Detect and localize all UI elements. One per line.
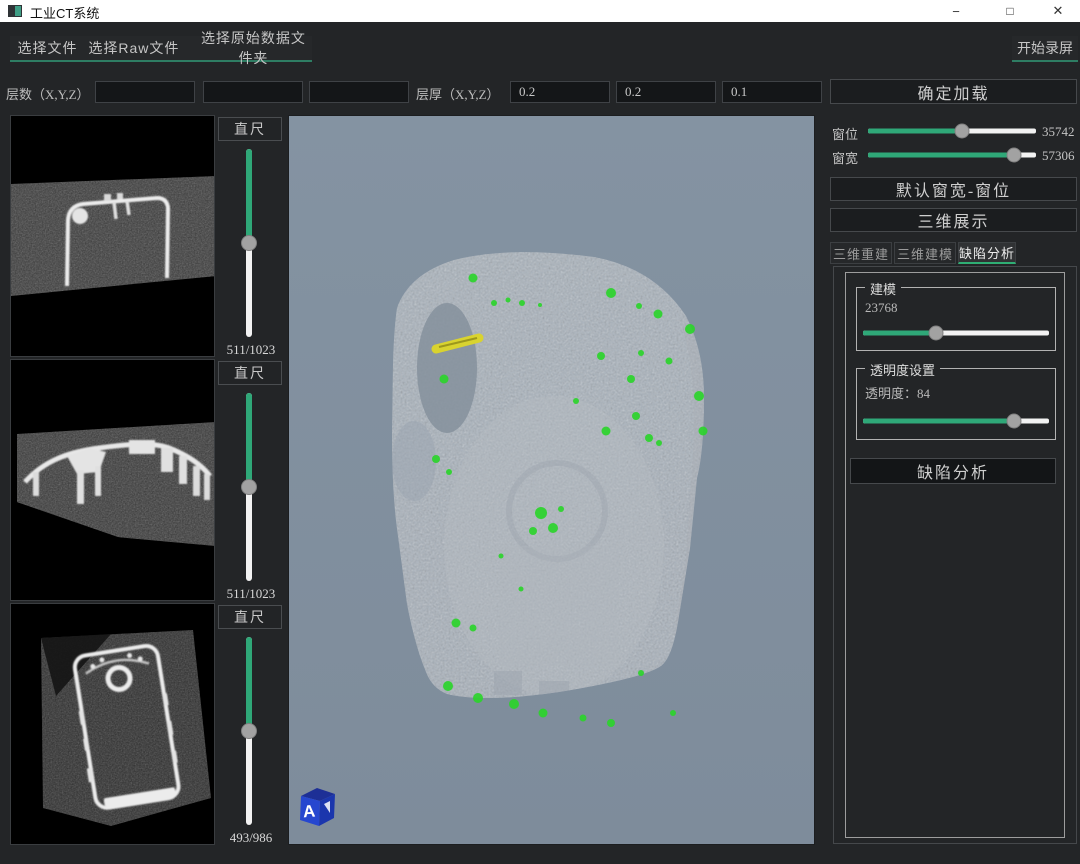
ruler-button-2[interactable]: 直尺 [218,361,282,385]
ruler-button-3[interactable]: 直尺 [218,605,282,629]
window-level-label: 窗位 [832,124,858,143]
layers-x-input[interactable] [95,81,195,103]
logo-letter: A [302,802,316,822]
slider-handle[interactable] [241,479,257,495]
slice-view-3-image[interactable] [10,603,215,845]
start-record-button[interactable]: 开始录屏 [1012,36,1078,62]
slider-fill [246,393,252,487]
file-toolbar: 选择文件 选择Raw文件 选择原始数据文件夹 [10,36,312,62]
tab-3d-modeling[interactable]: 三维建模 [894,242,956,264]
display-3d-button[interactable]: 三维展示 [830,208,1077,232]
3d-viewport[interactable]: A [288,115,815,845]
slice-position-3: 493/986 [216,830,286,846]
slider-handle[interactable] [241,723,257,739]
select-raw-file-button[interactable]: 选择Raw文件 [85,36,183,60]
slice-slider-3[interactable] [241,637,257,825]
slice-slider-2[interactable] [241,393,257,581]
titlebar: 工业CT系统 − □ ✕ [0,0,1080,22]
slider-fill [868,129,962,134]
slice-position-1: 511/1023 [216,342,286,358]
defect-analysis-button[interactable]: 缺陷分析 [850,458,1056,484]
window-level-value: 35742 [1042,124,1075,140]
slider-handle[interactable] [241,235,257,251]
select-raw-data-folder-button[interactable]: 选择原始数据文件夹 [195,36,312,60]
slider-fill [246,149,252,243]
slider-fill [246,637,252,731]
slider-fill [863,331,936,336]
thickness-y-input[interactable] [616,81,716,103]
slice-slider-1[interactable] [241,149,257,337]
slider-fill [868,153,1014,158]
default-ww-wl-button[interactable]: 默认窗宽-窗位 [830,177,1077,201]
layers-z-input[interactable] [309,81,409,103]
slice-position-2: 511/1023 [216,586,286,602]
modeling-value: 23768 [865,300,898,316]
slice-view-1-image[interactable] [10,115,215,357]
ruler-button-1[interactable]: 直尺 [218,117,282,141]
slider-handle[interactable] [955,124,970,139]
3d-model-render: A [289,116,816,846]
opacity-slider[interactable] [863,413,1049,429]
app-icon [8,5,22,17]
slider-handle[interactable] [928,326,943,341]
window-width-value: 57306 [1042,148,1075,164]
window-width-slider[interactable] [868,147,1036,163]
confirm-load-button[interactable]: 确定加载 [830,79,1077,104]
layers-label: 层数（X,Y,Z） [6,84,90,103]
thickness-z-input[interactable] [722,81,822,103]
opacity-group-title: 透明度设置 [865,360,940,379]
orientation-cube-logo: A [300,788,335,826]
slice-view-2-image[interactable] [10,359,215,601]
modeling-slider[interactable] [863,325,1049,341]
layers-y-input[interactable] [203,81,303,103]
thickness-x-input[interactable] [510,81,610,103]
modeling-group-title: 建模 [865,279,901,298]
select-file-button[interactable]: 选择文件 [10,36,85,60]
tab-3d-reconstruction[interactable]: 三维重建 [830,242,892,264]
close-button[interactable]: ✕ [1036,0,1080,22]
tab-defect-analysis[interactable]: 缺陷分析 [958,242,1016,264]
minimize-button[interactable]: − [934,0,978,22]
opacity-groupbox: 透明度设置 透明度：84 [856,368,1056,440]
thickness-label: 层厚（X,Y,Z） [416,84,500,103]
maximize-button[interactable]: □ [988,0,1032,22]
slider-handle[interactable] [1007,148,1022,163]
window-title: 工业CT系统 [30,3,99,22]
modeling-groupbox: 建模 23768 [856,287,1056,351]
opacity-value-label: 透明度：84 [865,383,930,402]
slider-fill [863,419,1014,424]
tab-content-frame [845,272,1065,838]
window-level-slider[interactable] [868,123,1036,139]
slider-handle[interactable] [1006,414,1021,429]
window-width-label: 窗宽 [832,148,858,167]
